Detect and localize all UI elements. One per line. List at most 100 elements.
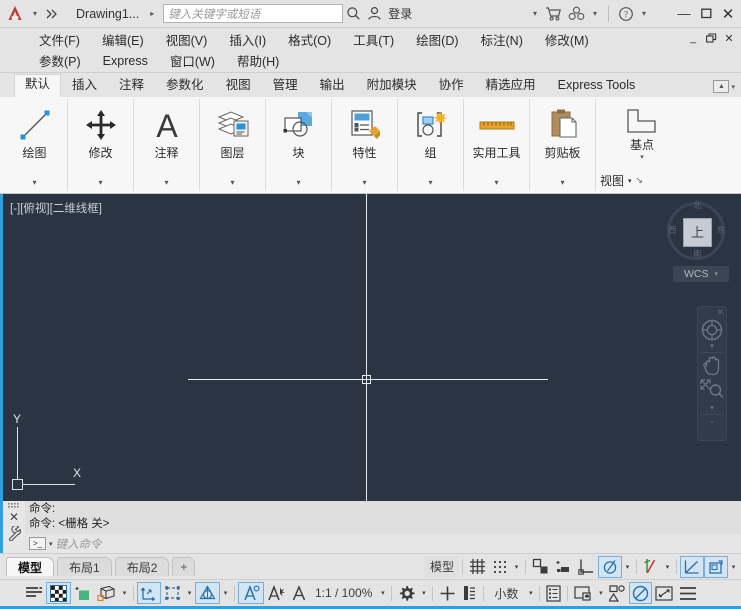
command-line-close-icon[interactable]: ✕ — [9, 511, 19, 523]
ribbon-tab-parametric[interactable]: 参数化 — [155, 75, 215, 97]
layout-tab-model[interactable]: 模型 — [6, 557, 55, 576]
snap-mode-toggle[interactable] — [489, 556, 511, 578]
3d-object-snap-toggle[interactable] — [640, 556, 662, 578]
zoom-extents-icon[interactable] — [698, 378, 726, 400]
autoscale-icon[interactable] — [264, 582, 288, 604]
isolation-mode-icon[interactable] — [606, 582, 629, 604]
pan-hand-icon[interactable] — [698, 355, 726, 377]
panel-expand-caret[interactable]: ▾ — [134, 178, 199, 187]
ribbon-panel-properties[interactable]: 特性 ▾ — [332, 99, 398, 191]
menu-tools[interactable]: 工具(T) — [342, 29, 405, 50]
ribbon-panel-basepoint[interactable]: 基点 ▾ 视图 ▾ ↘ — [596, 99, 688, 191]
doc-restore-button[interactable] — [703, 29, 719, 47]
dynamic-ucs-toggle[interactable] — [137, 582, 161, 604]
window-maximize-button[interactable] — [695, 2, 717, 26]
nav-close-icon[interactable]: ✕ — [716, 308, 724, 317]
compass-west-label[interactable]: 西 — [668, 226, 677, 235]
doc-minimize-button[interactable]: _ — [685, 29, 701, 47]
menu-edit[interactable]: 编辑(E) — [91, 29, 155, 50]
units-caret[interactable]: ▾ — [525, 582, 536, 604]
ortho-mode-toggle[interactable] — [529, 556, 552, 578]
layout-tab-layout2[interactable]: 布局2 — [114, 557, 170, 576]
ribbon-tab-featured-apps[interactable]: 精选应用 — [475, 75, 547, 97]
cart-icon[interactable] — [542, 2, 565, 26]
model-space-toggle[interactable]: 模型 — [424, 555, 459, 578]
annotation-scale-caret[interactable]: ▾ — [377, 582, 388, 604]
ribbon-tab-output[interactable]: 输出 — [309, 75, 356, 97]
ribbon-panel-layers[interactable]: 图层 ▾ — [200, 99, 266, 191]
properties-icon[interactable] — [332, 104, 397, 146]
ribbon-panel-utilities[interactable]: 实用工具 ▾ — [464, 99, 530, 191]
ribbon-tab-addins[interactable]: 附加模块 — [356, 75, 428, 97]
steering-wheel-caret[interactable]: ▾ — [710, 342, 714, 350]
ruler-icon[interactable] — [464, 104, 529, 146]
text-a-icon[interactable]: A — [134, 104, 199, 146]
ribbon-panel-draw[interactable]: 绘图 ▾ — [2, 99, 68, 191]
menu-window[interactable]: 窗口(W) — [159, 50, 226, 71]
object-snap-caret[interactable]: ▾ — [622, 556, 633, 578]
menu-file[interactable]: 文件(F) — [28, 29, 91, 50]
isolate-objects-icon[interactable] — [543, 582, 564, 604]
plus-icon[interactable] — [436, 582, 459, 604]
clipboard-icon[interactable] — [530, 104, 595, 146]
layout-tools-icon[interactable] — [459, 582, 480, 604]
ribbon-tab-express-tools[interactable]: Express Tools — [547, 75, 647, 97]
snap-mode-caret[interactable]: ▾ — [511, 556, 522, 578]
command-prompt-caret[interactable]: ▾ — [49, 540, 53, 548]
navigation-bar[interactable]: ✕ ▾ ▾ ⌄ — [697, 306, 727, 441]
wrench-icon[interactable] — [7, 526, 21, 541]
ribbon-minimize-caret[interactable]: ▾ — [731, 83, 735, 91]
ribbon-tab-home[interactable]: 默认 — [14, 74, 62, 97]
menu-express[interactable]: Express — [92, 53, 159, 69]
transparency-toggle[interactable] — [704, 555, 728, 578]
panel-expand-caret[interactable]: ▾ — [332, 178, 397, 187]
menu-view[interactable]: 视图(V) — [155, 29, 219, 50]
doc-close-button[interactable]: ✕ — [721, 29, 737, 47]
autodesk-a360-icon[interactable] — [565, 2, 588, 26]
view-cube[interactable]: 北 南 西 东 上 — [667, 201, 729, 264]
ribbon-tab-annotate[interactable]: 注释 — [108, 75, 155, 97]
units-selector[interactable]: 小数 — [487, 582, 525, 604]
gizmo-icon[interactable] — [195, 582, 220, 604]
expand-screen-icon[interactable] — [652, 582, 676, 604]
panel-expand-caret[interactable]: ▾ — [266, 178, 331, 187]
compass-east-label[interactable]: 东 — [717, 226, 726, 235]
panel-expand-caret[interactable]: ▾ — [398, 178, 463, 187]
menu-help[interactable]: 帮助(H) — [226, 50, 290, 71]
compass-south-label[interactable]: 南 — [693, 250, 702, 259]
command-input[interactable]: 键入命令 — [56, 536, 102, 552]
command-history[interactable]: 命令: 命令: <栅格 关> — [25, 501, 741, 534]
zoom-caret[interactable]: ▾ — [710, 404, 714, 412]
ribbon-panel-annotation[interactable]: A 注释 ▾ — [134, 99, 200, 191]
qat-more-icon[interactable] — [42, 2, 62, 26]
menu-insert[interactable]: 插入(I) — [218, 29, 277, 50]
login-label[interactable]: 登录 — [388, 5, 412, 22]
cube-icon[interactable] — [94, 582, 119, 604]
grid-display-toggle[interactable] — [466, 556, 489, 578]
steering-wheel-icon[interactable] — [698, 318, 726, 342]
help-question-icon[interactable]: ? — [615, 2, 637, 26]
command-input-row[interactable]: >_ ▾ 键入命令 — [25, 534, 741, 553]
polar-tracking-toggle[interactable] — [552, 556, 575, 578]
object-snap-tracking-toggle[interactable] — [575, 556, 598, 578]
basepoint-caret[interactable]: ▾ — [640, 153, 644, 161]
3d-object-snap-caret[interactable]: ▾ — [662, 556, 673, 578]
annotation-scale-icon[interactable] — [288, 582, 310, 604]
menu-draw[interactable]: 绘图(D) — [405, 29, 469, 50]
annotation-visibility-icon[interactable] — [238, 582, 264, 604]
panel-expand-caret[interactable]: ▾ — [68, 178, 133, 187]
selection-filter-caret[interactable]: ▾ — [184, 582, 195, 604]
menu-dimension[interactable]: 标注(N) — [470, 29, 534, 50]
quick-properties-toggle[interactable] — [22, 582, 46, 604]
selection-cycling-toggle[interactable] — [46, 582, 71, 604]
basepoint-icon[interactable] — [596, 104, 688, 138]
search-icon[interactable] — [343, 2, 364, 26]
ribbon-panel-modify[interactable]: 修改 ▾ — [68, 99, 134, 191]
user-account-icon[interactable] — [364, 2, 385, 26]
object-snap-toggle[interactable] — [598, 555, 622, 578]
wcs-caret[interactable]: ▾ — [714, 270, 718, 278]
panel-expand-caret[interactable]: ▾ — [200, 178, 265, 187]
document-caret[interactable]: ▸ — [145, 2, 159, 26]
ribbon-tab-view[interactable]: 视图 — [215, 75, 262, 97]
ribbon-panel-clipboard[interactable]: 剪贴板 ▾ — [530, 99, 596, 191]
